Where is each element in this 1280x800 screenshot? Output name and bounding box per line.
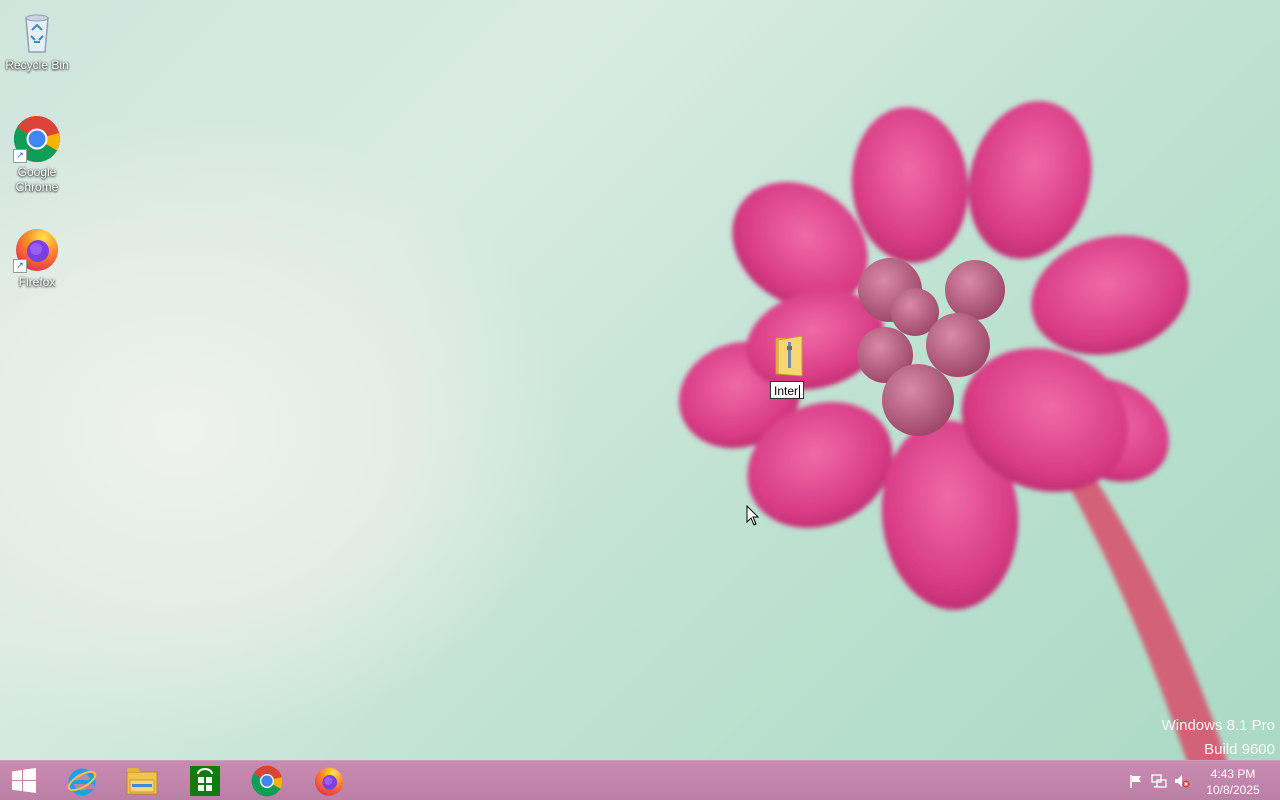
taskbar-store[interactable] bbox=[175, 761, 235, 800]
taskbar-firefox[interactable] bbox=[299, 761, 359, 800]
desktop-icon-firefox[interactable]: ↗ Firefox bbox=[0, 225, 74, 290]
volume-muted-icon[interactable] bbox=[1174, 773, 1190, 789]
file-explorer-icon bbox=[126, 768, 158, 795]
firefox-icon: ↗ bbox=[13, 225, 61, 273]
new-folder-item[interactable] bbox=[758, 334, 818, 383]
folder-icon bbox=[758, 334, 818, 383]
taskbar-chrome[interactable] bbox=[237, 761, 297, 800]
shortcut-arrow-icon: ↗ bbox=[13, 259, 27, 273]
clock-time: 4:43 PM bbox=[1210, 767, 1256, 781]
wallpaper-flower bbox=[679, 101, 1240, 800]
os-watermark: Windows 8.1 Pro Build 9600 bbox=[1162, 714, 1275, 762]
taskbar-internet-explorer[interactable] bbox=[52, 761, 112, 800]
desktop-icon-google-chrome[interactable]: ↗ Google Chrome bbox=[0, 115, 74, 195]
desktop-icon-label: Firefox bbox=[18, 275, 56, 289]
chrome-icon bbox=[251, 765, 283, 797]
chrome-icon: ↗ bbox=[13, 115, 61, 163]
mouse-cursor-icon bbox=[746, 505, 760, 526]
start-button[interactable] bbox=[0, 761, 48, 800]
windows-start-icon bbox=[12, 768, 36, 793]
watermark-edition: Windows 8.1 Pro bbox=[1161, 717, 1275, 734]
shortcut-arrow-icon: ↗ bbox=[13, 149, 27, 163]
desktop[interactable]: Recycle Bin ↗ Google Chrome ↗ Firefox In… bbox=[0, 0, 1280, 800]
internet-explorer-icon bbox=[67, 768, 97, 796]
desktop-icon-recycle-bin[interactable]: Recycle Bin bbox=[0, 8, 74, 73]
taskbar-clock[interactable]: 4:43 PM 10/8/2025 bbox=[1203, 766, 1263, 798]
rename-input-value: Inter bbox=[774, 384, 799, 398]
network-icon[interactable] bbox=[1151, 773, 1167, 789]
desktop-icon-label: Google Chrome bbox=[15, 165, 59, 194]
text-caret bbox=[799, 385, 801, 399]
firefox-icon bbox=[315, 767, 343, 796]
taskbar: 4:43 PM 10/8/2025 bbox=[0, 760, 1280, 800]
rename-input[interactable]: Inter bbox=[770, 381, 805, 399]
action-center-flag-icon[interactable] bbox=[1128, 773, 1144, 789]
clock-date: 10/8/2025 bbox=[1206, 783, 1260, 797]
system-tray: 4:43 PM 10/8/2025 bbox=[1120, 761, 1280, 800]
recycle-bin-icon bbox=[13, 8, 61, 56]
desktop-icon-label: Recycle Bin bbox=[5, 58, 69, 72]
store-icon bbox=[190, 766, 220, 796]
watermark-build: Build 9600 bbox=[1204, 741, 1275, 758]
taskbar-file-explorer[interactable] bbox=[112, 761, 172, 800]
